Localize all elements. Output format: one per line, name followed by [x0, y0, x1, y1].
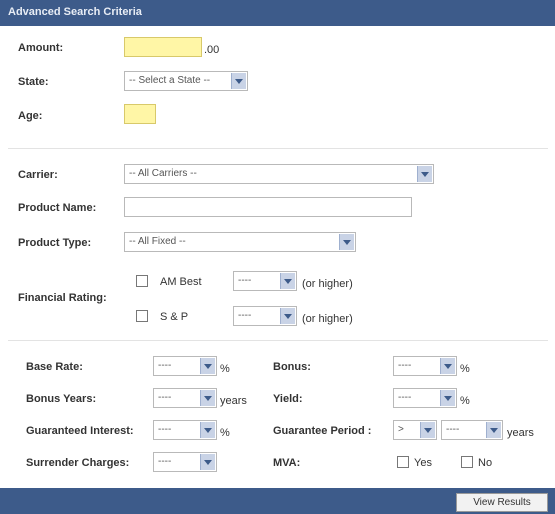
- yield-select[interactable]: ----: [393, 388, 457, 408]
- panel-header: Advanced Search Criteria: [0, 0, 555, 26]
- guaranteed-interest-unit: %: [220, 427, 230, 439]
- base-rate-select[interactable]: ----: [153, 356, 217, 376]
- bonus-select[interactable]: ----: [393, 356, 457, 376]
- bonus-years-select[interactable]: ----: [153, 388, 217, 408]
- guarantee-period-operator-value: >: [398, 424, 404, 435]
- bonus-years-unit: years: [220, 395, 247, 407]
- advanced-search-panel: Advanced Search Criteria Amount: .00 Sta…: [0, 0, 555, 514]
- am-best-rating-select[interactable]: ----: [233, 271, 297, 291]
- chevron-down-icon: [200, 422, 215, 438]
- chevron-down-icon: [280, 273, 295, 289]
- guaranteed-interest-value: ----: [158, 424, 172, 435]
- panel-title: Advanced Search Criteria: [8, 6, 142, 18]
- bonus-label: Bonus:: [273, 361, 311, 373]
- financial-rating-label: Financial Rating:: [18, 292, 107, 304]
- product-name-label: Product Name:: [18, 202, 97, 214]
- mva-no-checkbox[interactable]: [461, 456, 473, 468]
- chevron-down-icon: [200, 454, 215, 470]
- bonus-years-value: ----: [158, 392, 172, 403]
- mva-yes-label: Yes: [414, 457, 432, 469]
- amount-label: Amount:: [18, 42, 64, 54]
- chevron-down-icon: [280, 308, 295, 324]
- amount-input[interactable]: [124, 37, 202, 57]
- am-best-checkbox[interactable]: [136, 275, 148, 287]
- state-select-value: -- Select a State --: [129, 75, 211, 86]
- product-name-input[interactable]: [124, 197, 412, 217]
- chevron-down-icon: [440, 390, 455, 406]
- amount-cents-suffix: .00: [204, 44, 220, 56]
- bonus-years-label: Bonus Years:: [26, 393, 97, 405]
- am-best-or-higher: (or higher): [302, 278, 353, 290]
- product-type-label: Product Type:: [18, 237, 92, 249]
- chevron-down-icon: [231, 73, 246, 89]
- section-divider: [8, 148, 548, 149]
- yield-label: Yield:: [273, 393, 303, 405]
- sp-checkbox[interactable]: [136, 310, 148, 322]
- sp-rating-select[interactable]: ----: [233, 306, 297, 326]
- view-results-button[interactable]: View Results: [456, 493, 548, 512]
- state-select[interactable]: -- Select a State --: [124, 71, 248, 91]
- bonus-unit: %: [460, 363, 470, 375]
- surrender-charges-value: ----: [158, 456, 172, 467]
- carrier-select[interactable]: -- All Carriers --: [124, 164, 434, 184]
- am-best-label: AM Best: [160, 276, 202, 288]
- product-type-select-value: -- All Fixed --: [129, 236, 186, 247]
- chevron-down-icon: [486, 422, 501, 438]
- guarantee-period-label: Guarantee Period :: [273, 425, 372, 437]
- mva-yes-checkbox[interactable]: [397, 456, 409, 468]
- guaranteed-interest-label: Guaranteed Interest:: [26, 425, 134, 437]
- sp-label: S & P: [160, 311, 189, 323]
- carrier-select-value: -- All Carriers --: [129, 168, 197, 179]
- age-label: Age:: [18, 110, 43, 122]
- bonus-value: ----: [398, 360, 412, 371]
- age-input[interactable]: [124, 104, 156, 124]
- product-type-select[interactable]: -- All Fixed --: [124, 232, 356, 252]
- sp-rating-value: ----: [238, 310, 252, 321]
- chevron-down-icon: [440, 358, 455, 374]
- am-best-rating-value: ----: [238, 275, 252, 286]
- mva-no-label: No: [478, 457, 493, 469]
- base-rate-label: Base Rate:: [26, 361, 83, 373]
- yield-unit: %: [460, 395, 470, 407]
- guarantee-period-value: ----: [446, 424, 460, 435]
- chevron-down-icon: [200, 390, 215, 406]
- chevron-down-icon: [200, 358, 215, 374]
- guarantee-period-unit: years: [507, 427, 534, 439]
- guarantee-period-select[interactable]: ----: [441, 420, 503, 440]
- chevron-down-icon: [339, 234, 354, 250]
- sp-or-higher: (or higher): [302, 313, 353, 325]
- state-label: State:: [18, 76, 49, 88]
- section-divider: [8, 340, 548, 341]
- chevron-down-icon: [420, 422, 435, 438]
- yield-value: ----: [398, 392, 412, 403]
- surrender-charges-select[interactable]: ----: [153, 452, 217, 472]
- base-rate-unit: %: [220, 363, 230, 375]
- guaranteed-interest-select[interactable]: ----: [153, 420, 217, 440]
- surrender-charges-label: Surrender Charges:: [26, 457, 130, 469]
- carrier-label: Carrier:: [18, 169, 58, 181]
- chevron-down-icon: [417, 166, 432, 182]
- base-rate-value: ----: [158, 360, 172, 371]
- guarantee-period-operator-select[interactable]: >: [393, 420, 437, 440]
- mva-label: MVA:: [273, 457, 301, 469]
